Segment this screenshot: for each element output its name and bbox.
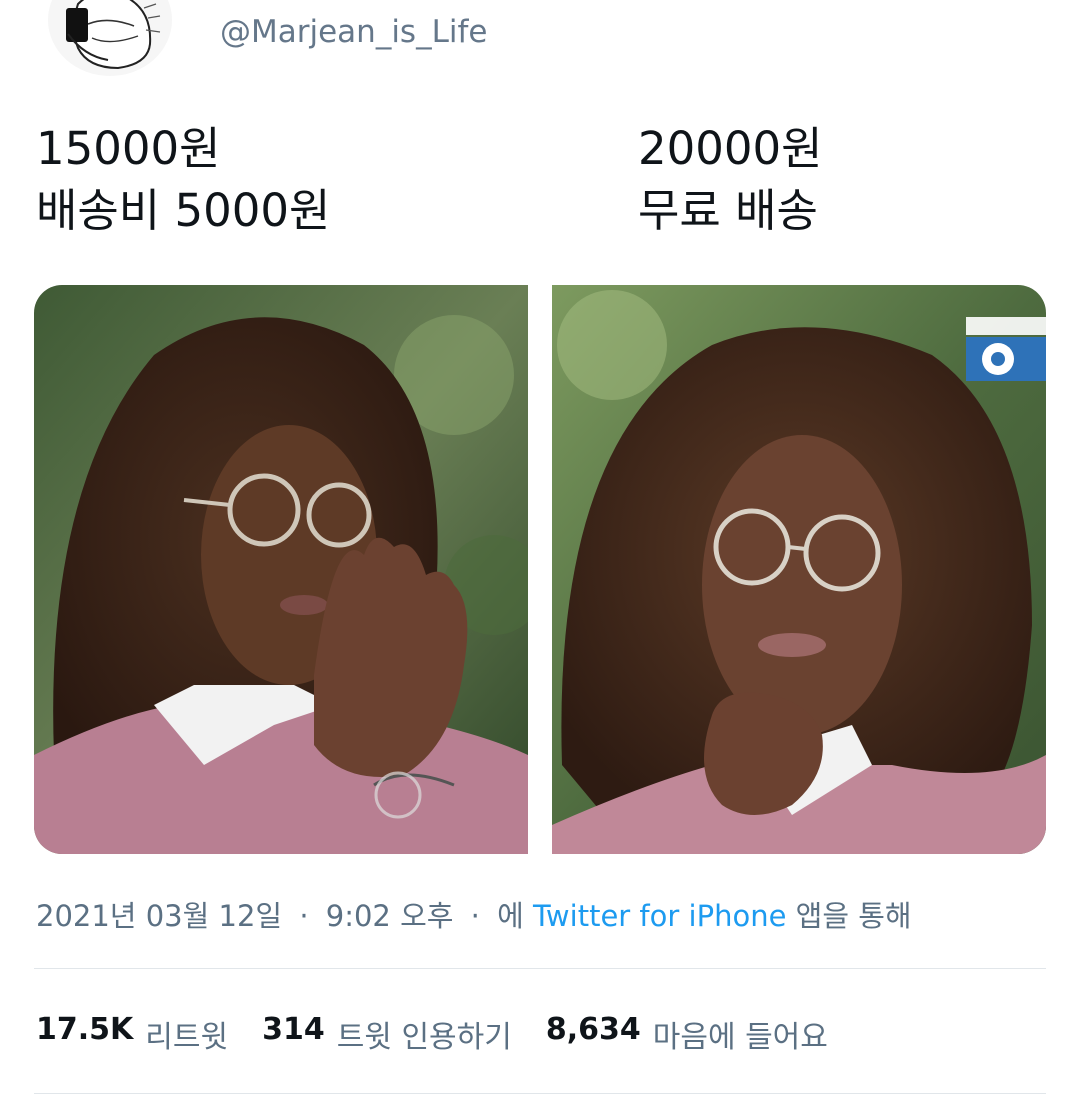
separator: · xyxy=(299,899,309,933)
quote-tweets-count: 314 xyxy=(262,1012,325,1047)
likes-stat[interactable]: 8,634 마음에 들어요 xyxy=(546,1012,828,1056)
quote-tweets-stat[interactable]: 314 트윗 인용하기 xyxy=(262,1012,512,1056)
divider xyxy=(34,1093,1046,1094)
tweet-photo-left[interactable] xyxy=(34,285,528,854)
woman-chin-on-fist-photo-icon xyxy=(552,285,1046,854)
likes-label: 마음에 들어요 xyxy=(652,1020,828,1055)
source-link[interactable]: Twitter for iPhone xyxy=(533,899,786,933)
user-handle[interactable]: @Marjean_is_Life xyxy=(220,14,487,50)
retweets-count: 17.5K xyxy=(36,1012,134,1047)
media-grid xyxy=(34,285,1046,854)
source-prefix: 에 xyxy=(497,899,524,933)
woman-raised-hand-photo-icon xyxy=(34,285,528,854)
quote-tweets-label: 트윗 인용하기 xyxy=(336,1020,512,1055)
shipping-line: 무료 배송 xyxy=(638,184,818,237)
tweet-date[interactable]: 2021년 03월 12일 xyxy=(36,899,282,933)
price-line: 15000원 xyxy=(36,122,221,175)
tweet-text-right: 20000원 무료 배송 xyxy=(638,118,823,242)
tweet-stats: 17.5K 리트윗 314 트윗 인용하기 8,634 마음에 들어요 xyxy=(36,1012,828,1056)
avatar[interactable] xyxy=(48,0,172,76)
price-line: 20000원 xyxy=(638,122,823,175)
shipping-line: 배송비 5000원 xyxy=(36,184,331,237)
divider xyxy=(34,968,1046,969)
retweets-label: 리트윗 xyxy=(145,1020,229,1055)
source-suffix: 앱을 통해 xyxy=(795,899,912,933)
separator: · xyxy=(470,899,480,933)
sketch-person-icon xyxy=(48,0,172,76)
tweet-meta: 2021년 03월 12일 · 9:02 오후 · 에 Twitter for … xyxy=(36,893,912,935)
tweet-time[interactable]: 9:02 오후 xyxy=(326,899,454,933)
tweet-photo-right[interactable] xyxy=(552,285,1046,854)
likes-count: 8,634 xyxy=(545,1012,641,1047)
tweet-text-left: 15000원 배송비 5000원 xyxy=(36,118,330,242)
retweets-stat[interactable]: 17.5K 리트윗 xyxy=(36,1012,228,1056)
